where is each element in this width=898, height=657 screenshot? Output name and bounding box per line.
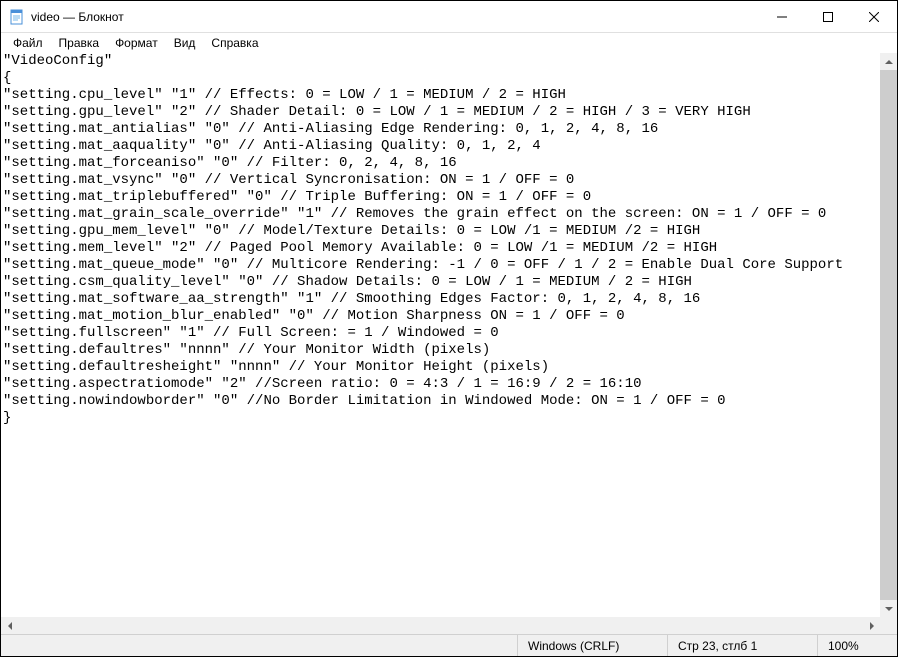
horizontal-scrollbar[interactable]	[1, 617, 880, 634]
vertical-scrollbar[interactable]	[880, 53, 897, 617]
scroll-track-h[interactable]	[18, 617, 863, 634]
menu-edit[interactable]: Правка	[51, 34, 108, 52]
status-position: Стр 23, стлб 1	[667, 635, 817, 656]
menubar: Файл Правка Формат Вид Справка	[1, 33, 897, 53]
window-controls	[759, 1, 897, 32]
titlebar: video — Блокнот	[1, 1, 897, 33]
minimize-button[interactable]	[759, 1, 805, 32]
menu-format[interactable]: Формат	[107, 34, 166, 52]
menu-help[interactable]: Справка	[203, 34, 266, 52]
statusbar: Windows (CRLF) Стр 23, стлб 1 100%	[1, 634, 897, 656]
scroll-track-v[interactable]	[880, 70, 897, 600]
maximize-button[interactable]	[805, 1, 851, 32]
scroll-down-button[interactable]	[880, 600, 897, 617]
status-encoding: Windows (CRLF)	[517, 635, 667, 656]
text-editor[interactable]: "VideoConfig" { "setting.cpu_level" "1" …	[1, 53, 880, 617]
window-title: video — Блокнот	[31, 10, 759, 24]
editor-wrap: "VideoConfig" { "setting.cpu_level" "1" …	[1, 53, 897, 617]
scroll-corner	[880, 617, 897, 634]
scroll-right-button[interactable]	[863, 617, 880, 634]
scroll-thumb-v[interactable]	[880, 70, 897, 600]
menu-view[interactable]: Вид	[166, 34, 204, 52]
status-zoom: 100%	[817, 635, 897, 656]
menu-file[interactable]: Файл	[5, 34, 51, 52]
notepad-icon	[9, 9, 25, 25]
close-button[interactable]	[851, 1, 897, 32]
horizontal-scrollbar-row	[1, 617, 897, 634]
scroll-left-button[interactable]	[1, 617, 18, 634]
scroll-up-button[interactable]	[880, 53, 897, 70]
